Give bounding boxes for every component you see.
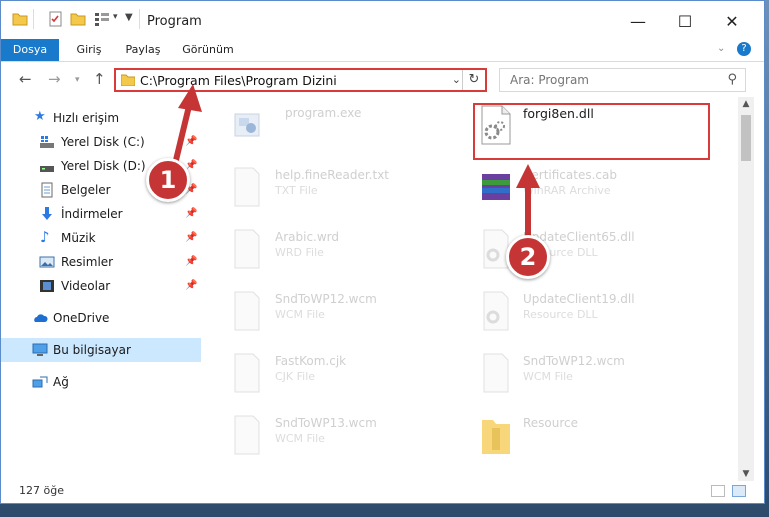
close-button[interactable]: ✕: [712, 7, 752, 35]
window-title: Program: [147, 14, 202, 29]
star-icon: ★: [34, 109, 46, 124]
sidebar-item-videos[interactable]: Videolar 📌: [1, 274, 201, 298]
drive-icon: [40, 166, 54, 172]
generic-file-icon: [234, 353, 260, 393]
scroll-up-icon[interactable]: ▲: [738, 99, 754, 109]
details-view-icon[interactable]: [711, 485, 725, 497]
title-bar: ▾ ▼ Program — ☐ ✕: [1, 1, 764, 39]
vertical-scrollbar[interactable]: ▲ ▼: [738, 97, 754, 481]
file-item[interactable]: FastKom.cjk CJK File: [225, 346, 465, 402]
file-item[interactable]: SndToWP12.wcm WCM File: [474, 346, 714, 402]
sidebar-item-this-pc[interactable]: Bu bilgisayar: [1, 338, 201, 362]
generic-file-icon: [234, 291, 260, 331]
expand-ribbon-icon[interactable]: ⌄: [717, 43, 725, 54]
new-folder-icon[interactable]: [69, 10, 87, 28]
sidebar-item-downloads[interactable]: İndirmeler 📌: [1, 202, 201, 226]
sidebar-item-pictures[interactable]: Resimler 📌: [1, 250, 201, 274]
sidebar-item-onedrive[interactable]: OneDrive: [1, 306, 201, 330]
tab-share[interactable]: Paylaş: [119, 39, 167, 61]
download-icon: [42, 207, 52, 220]
pictures-icon: [39, 256, 55, 268]
music-icon: ♪: [40, 228, 50, 246]
folder-item[interactable]: Resource: [474, 408, 714, 464]
cloud-icon: [34, 314, 48, 322]
up-arrow-icon[interactable]: ↑: [93, 70, 106, 88]
file-item[interactable]: program.exe: [225, 98, 465, 154]
file-item[interactable]: UpdateClient19.dll Resource DLL: [474, 284, 714, 340]
file-item[interactable]: Arabic.wrd WRD File: [225, 222, 465, 278]
generic-file-icon: [483, 353, 509, 393]
item-count: 127 öğe: [19, 484, 64, 497]
chevron-down-icon[interactable]: ⌄: [452, 73, 461, 86]
navigation-bar: ← → ▾ ↑ C:\Program Files\Program Dizini …: [1, 62, 764, 96]
folder-icon: [482, 420, 510, 454]
chevron-down-icon[interactable]: ▾: [113, 12, 118, 22]
tab-home[interactable]: Giriş: [69, 39, 109, 61]
status-bar: 127 öğe: [1, 481, 764, 503]
txt-file-icon: [234, 167, 260, 207]
generic-file-icon: [234, 229, 260, 269]
help-icon[interactable]: ?: [737, 42, 751, 56]
computer-icon: [32, 343, 48, 356]
pin-icon[interactable]: 📌: [185, 256, 197, 267]
ribbon: Dosya Giriş Paylaş Görünüm ⌄ ?: [1, 39, 764, 62]
exe-file-icon: [234, 113, 260, 137]
view-icon[interactable]: [93, 10, 111, 28]
file-item[interactable]: help.fineReader.txt TXT File: [225, 160, 465, 216]
generic-file-icon: [234, 415, 260, 455]
search-input[interactable]: [508, 72, 712, 88]
pin-icon[interactable]: 📌: [185, 280, 197, 291]
network-icon: [32, 376, 48, 388]
documents-icon: [41, 182, 53, 198]
tab-view[interactable]: Görünüm: [177, 39, 239, 61]
pin-icon[interactable]: 📌: [185, 232, 197, 243]
highlight-box: [473, 103, 710, 160]
search-icon: ⚲: [727, 72, 737, 87]
back-arrow-icon[interactable]: ←: [19, 70, 32, 88]
recent-locations-icon[interactable]: ▾: [75, 75, 80, 85]
file-explorer-window: ▾ ▼ Program — ☐ ✕ Dosya Giriş Paylaş Gör…: [0, 0, 765, 504]
file-item[interactable]: SndToWP12.wcm WCM File: [225, 284, 465, 340]
folder-icon: [121, 74, 135, 86]
large-icons-view-icon[interactable]: [732, 485, 746, 497]
minimize-button[interactable]: —: [618, 7, 658, 35]
drive-icon: [40, 136, 54, 148]
forward-arrow-icon[interactable]: →: [48, 70, 61, 88]
properties-icon[interactable]: [47, 10, 65, 28]
pin-icon[interactable]: 📌: [185, 208, 197, 219]
refresh-icon[interactable]: ↻: [462, 70, 485, 90]
scroll-down-icon[interactable]: ▼: [738, 469, 754, 479]
scrollbar-thumb[interactable]: [741, 115, 751, 161]
maximize-button[interactable]: ☐: [665, 7, 705, 35]
dll-file-icon: [483, 291, 509, 331]
sidebar-item-network[interactable]: Ağ: [1, 370, 201, 394]
video-icon: [40, 280, 54, 292]
sidebar-item-music[interactable]: ♪ Müzik 📌: [1, 226, 201, 250]
folder-icon: [12, 13, 28, 26]
file-item[interactable]: SndToWP13.wcm WCM File: [225, 408, 465, 464]
step-badge-1: 1: [146, 158, 190, 202]
customize-qat-icon[interactable]: ▼: [125, 12, 133, 23]
tab-file[interactable]: Dosya: [1, 39, 59, 61]
search-box[interactable]: ⚲: [499, 68, 746, 92]
step-badge-2: 2: [506, 235, 550, 279]
